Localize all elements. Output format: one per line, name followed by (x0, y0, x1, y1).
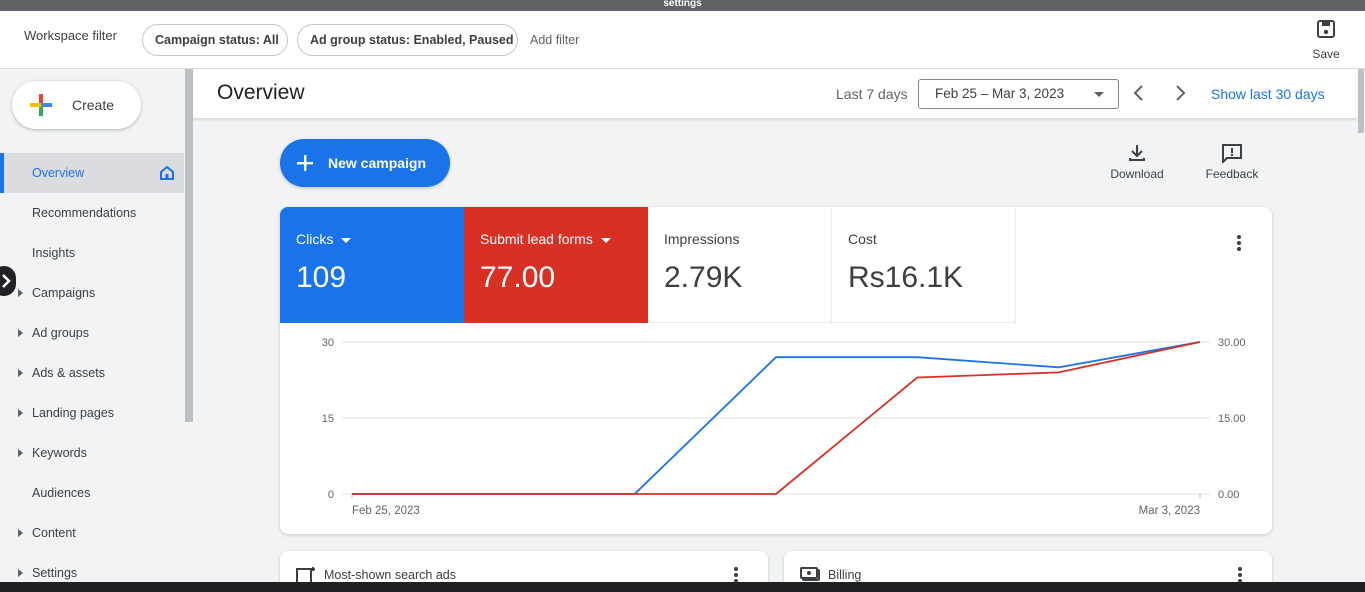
more-options-icon[interactable] (1238, 567, 1242, 583)
workspace-filter-bar: Workspace filter Campaign status: All Ad… (0, 11, 1365, 69)
create-plus-icon (30, 94, 52, 116)
os-taskbar (0, 582, 1365, 592)
feedback-icon (1222, 144, 1242, 163)
date-range-label: Last 7 days (836, 86, 908, 102)
save-button[interactable]: Save (1306, 19, 1346, 61)
save-label: Save (1312, 47, 1340, 61)
metric-label: Impressions (664, 231, 740, 247)
sidebar-item-keywords[interactable]: Keywords (0, 433, 184, 473)
metric-clicks[interactable]: Clicks 109 (280, 207, 464, 323)
campaign-status-chip[interactable]: Campaign status: All (142, 24, 288, 56)
download-icon (1129, 145, 1145, 161)
workspace-filter-label: Workspace filter (24, 28, 117, 43)
create-button[interactable]: Create (12, 81, 141, 129)
metric-impressions[interactable]: Impressions 2.79K (648, 207, 832, 323)
expand-arrow-icon (18, 329, 23, 337)
sidebar-item-insights[interactable]: Insights (0, 233, 184, 273)
previous-period-button[interactable] (1128, 82, 1150, 104)
expand-arrow-icon (18, 289, 23, 297)
new-campaign-label: New campaign (328, 155, 427, 171)
metric-value: 109 (296, 261, 347, 294)
download-button[interactable]: Download (1105, 143, 1169, 181)
x-tick-label: Feb 25, 2023 (352, 505, 420, 517)
sidebar-item-label: Overview (32, 166, 85, 180)
add-filter-link[interactable]: Add filter (530, 33, 579, 47)
sidebar-item-label: Keywords (32, 446, 87, 460)
sidebar: Create Overview Recommendations Insights… (0, 69, 193, 592)
dropdown-arrow-icon (1094, 92, 1104, 97)
show-last-30-days-link[interactable]: Show last 30 days (1211, 86, 1325, 102)
more-options-icon[interactable] (734, 567, 738, 583)
home-icon (160, 165, 174, 180)
sidebar-item-ad-groups[interactable]: Ad groups (0, 313, 184, 353)
expand-arrow-icon (18, 569, 23, 577)
y-left-tick-label: 0 (328, 489, 334, 501)
metric-label: Submit lead forms (480, 231, 632, 247)
sidebar-item-label: Audiences (32, 486, 91, 500)
metric-value: Rs16.1K (848, 261, 964, 294)
sidebar-item-label: Insights (32, 246, 76, 260)
sidebar-item-label: Recommendations (32, 206, 137, 220)
sidebar-item-label: Landing pages (32, 406, 115, 420)
main-scrollbar-thumb[interactable] (1358, 69, 1364, 133)
sidebar-item-recommendations[interactable]: Recommendations (0, 193, 184, 233)
expand-arrow-icon (18, 409, 23, 417)
performance-card: Clicks 109 Submit lead forms 77.00 Impre… (280, 207, 1272, 534)
card-title: Most-shown search ads (324, 568, 457, 582)
create-label: Create (72, 97, 115, 113)
performance-line-chart: 30 30.00 15 15.00 0 0.00 Feb 25, 2023 Mar 3, 20… (322, 337, 1246, 517)
page-header: Overview Last 7 days Feb 25 – Mar 3, 202… (193, 69, 1357, 119)
metric-label: Cost (848, 231, 877, 247)
x-tick-label: Mar 3, 2023 (1139, 505, 1200, 517)
metric-cost[interactable]: Cost Rs16.1K (832, 207, 1016, 323)
sidebar-expand-button[interactable] (0, 266, 16, 296)
y-left-tick-label: 15 (322, 413, 334, 425)
metric-submit-lead-forms[interactable]: Submit lead forms 77.00 (464, 207, 648, 323)
sidebar-item-overview[interactable]: Overview (0, 153, 184, 193)
metric-label: Clicks (296, 231, 448, 247)
y-right-tick-label: 0.00 (1218, 489, 1239, 501)
caret-down-icon (341, 237, 352, 243)
expand-arrow-icon (18, 369, 23, 377)
feedback-label: Feedback (1205, 167, 1259, 181)
plus-icon (297, 155, 313, 171)
y-right-tick-label: 30.00 (1218, 337, 1246, 349)
more-options-icon[interactable] (1237, 235, 1241, 251)
sidebar-item-label: Content (32, 526, 76, 540)
sidebar-item-label: Campaigns (32, 286, 96, 300)
expand-arrow-icon (18, 529, 23, 537)
date-range-value: Feb 25 – Mar 3, 2023 (935, 86, 1065, 101)
sidebar-item-label: Ads & assets (32, 366, 105, 380)
main-scrollbar[interactable] (1357, 69, 1365, 592)
sidebar-item-audiences[interactable]: Audiences (0, 473, 184, 513)
download-label: Download (1110, 167, 1164, 181)
expand-arrow-icon (18, 449, 23, 457)
window-title-bar: settings (0, 0, 1365, 11)
new-campaign-button[interactable]: New campaign (280, 139, 450, 187)
caret-down-icon (600, 237, 611, 243)
y-left-tick-label: 30 (322, 337, 334, 349)
ad-group-status-chip[interactable]: Ad group status: Enabled, Paused (297, 24, 518, 56)
main-content: Overview Last 7 days Feb 25 – Mar 3, 202… (193, 69, 1357, 592)
date-range-picker[interactable]: Feb 25 – Mar 3, 2023 (918, 79, 1119, 109)
card-title: Billing (828, 568, 862, 582)
sidebar-item-content[interactable]: Content (0, 513, 184, 553)
sidebar-item-campaigns[interactable]: Campaigns (0, 273, 184, 313)
window-title: settings (663, 0, 702, 9)
sidebar-item-label: Settings (32, 566, 78, 580)
sidebar-item-landing-pages[interactable]: Landing pages (0, 393, 184, 433)
sidebar-scrollbar[interactable] (185, 69, 193, 422)
metric-value: 77.00 (480, 261, 556, 294)
next-period-button[interactable] (1169, 82, 1191, 104)
sidebar-item-ads-assets[interactable]: Ads & assets (0, 353, 184, 393)
chevron-right-icon (2, 274, 11, 288)
y-right-tick-label: 15.00 (1218, 413, 1246, 425)
sidebar-item-label: Ad groups (32, 326, 89, 340)
save-icon (1317, 20, 1335, 38)
metric-value: 2.79K (664, 261, 743, 294)
feedback-button[interactable]: Feedback (1200, 143, 1264, 181)
page-title: Overview (217, 81, 305, 104)
